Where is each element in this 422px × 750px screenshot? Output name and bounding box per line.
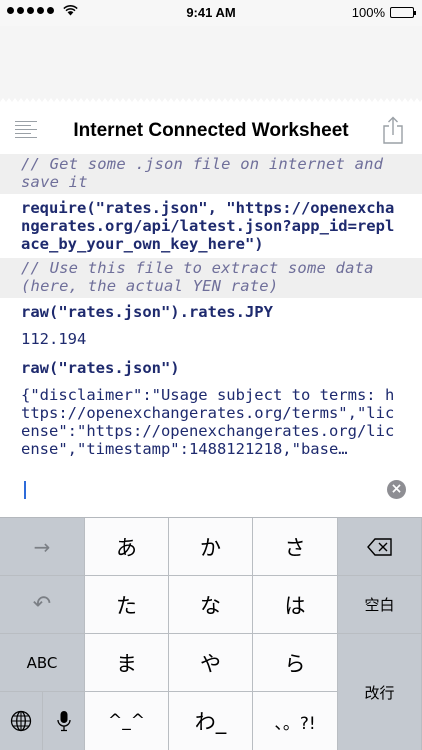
key-sa[interactable]: さ xyxy=(253,518,338,576)
comment-cell[interactable]: // Use this file to extract some data (h… xyxy=(0,258,422,298)
globe-icon xyxy=(10,710,32,732)
space-key[interactable]: 空白 xyxy=(338,576,422,634)
input-cell[interactable]: raw("rates.json") xyxy=(0,354,422,382)
share-icon[interactable] xyxy=(382,116,404,144)
arrow-right-key[interactable]: → xyxy=(0,518,85,576)
key-ka[interactable]: か xyxy=(169,518,253,576)
key-ma[interactable]: ま xyxy=(85,634,169,692)
key-ha[interactable]: は xyxy=(253,576,338,634)
page-title: Internet Connected Worksheet xyxy=(73,120,349,141)
delete-key[interactable] xyxy=(338,518,422,576)
close-circle-icon[interactable]: × xyxy=(387,480,406,499)
worksheet: // Get some .json file on internet and s… xyxy=(0,154,422,458)
globe-key[interactable] xyxy=(0,692,43,750)
key-punctuation[interactable]: 、。?! xyxy=(253,692,338,750)
battery-percent: 100% xyxy=(351,5,385,20)
arrow-right-icon: → xyxy=(33,534,51,559)
text-cursor[interactable] xyxy=(24,481,26,499)
title-bar: Internet Connected Worksheet xyxy=(0,108,422,154)
undo-key[interactable]: ↶ xyxy=(0,576,85,634)
comment-cell[interactable]: // Get some .json file on internet and s… xyxy=(0,154,422,194)
key-wa[interactable]: わ_ xyxy=(169,692,253,750)
key-ta[interactable]: た xyxy=(85,576,169,634)
microphone-icon xyxy=(56,711,71,732)
key-ya[interactable]: や xyxy=(169,634,253,692)
status-bar: 9:41 AM 100% xyxy=(0,0,422,26)
key-ra[interactable]: ら xyxy=(253,634,338,692)
torn-edge xyxy=(0,98,422,106)
abc-key[interactable]: ABC xyxy=(0,634,85,692)
input-cell[interactable]: require("rates.json", "https://openexcha… xyxy=(0,194,422,258)
key-kaomoji[interactable]: ^_^ xyxy=(85,692,169,750)
battery-icon xyxy=(390,7,416,18)
battery-indicator: 100% xyxy=(351,5,416,20)
key-na[interactable]: な xyxy=(169,576,253,634)
output-cell: 112.194 xyxy=(21,330,87,348)
microphone-key[interactable] xyxy=(43,692,85,750)
japanese-kana-keyboard: → あ か さ ↶ た な は 空白 ABC ま や ら 改行 ^_^ わ_ 、… xyxy=(0,517,422,750)
key-a[interactable]: あ xyxy=(85,518,169,576)
input-cell[interactable]: raw("rates.json").rates.JPY xyxy=(0,298,422,326)
return-key[interactable]: 改行 xyxy=(338,634,422,750)
output-cell: {"disclaimer":"Usage subject to terms: h… xyxy=(21,386,395,458)
top-banner xyxy=(0,26,422,104)
undo-icon: ↶ xyxy=(32,592,52,617)
backspace-icon xyxy=(366,537,392,556)
